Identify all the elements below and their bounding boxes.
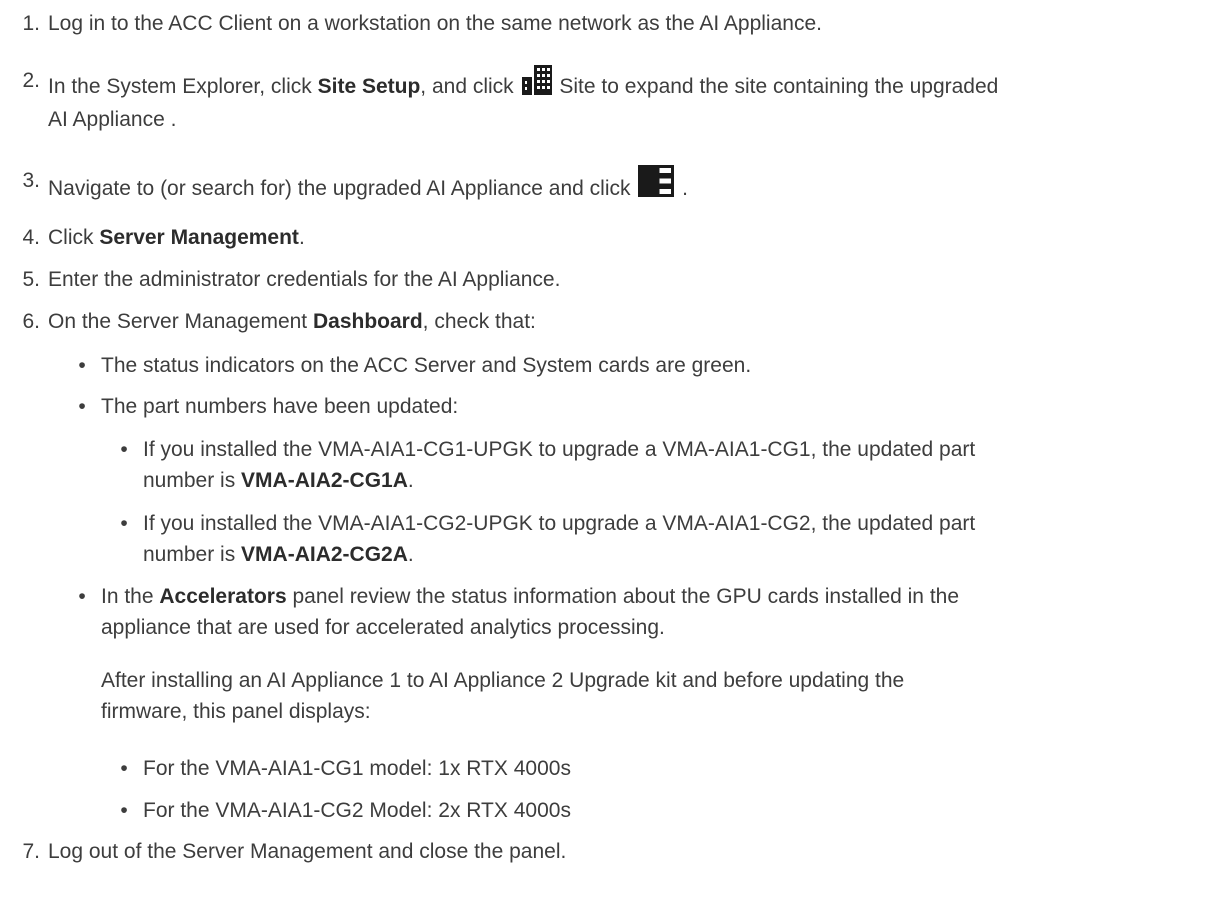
dashboard-label: Dashboard <box>312 310 423 333</box>
step-2: 2. In the System Explorer, click Site Se… <box>10 65 1223 135</box>
part-number-cg2a: VMA-AIA2-CG2A <box>241 543 408 566</box>
site-setup-label: Site Setup <box>317 75 421 98</box>
step-number: 7. <box>22 840 40 863</box>
list-item: • If you installed the VMA-AIA1-CG1-UPGK… <box>117 434 1223 496</box>
step-text: On the Server Management Dashboard, chec… <box>48 310 536 333</box>
server-icon <box>638 165 675 206</box>
step-number: 1. <box>22 12 40 35</box>
step-text: Log out of the Server Management and clo… <box>48 840 567 863</box>
step-text: Navigate to (or search for) the upgraded… <box>48 165 1223 206</box>
bullet-dot: • <box>120 438 128 461</box>
list-item: • For the VMA-AIA1-CG2 Model: 2x RTX 400… <box>117 795 1223 826</box>
step-number: 6. <box>22 310 40 333</box>
step-number: 2. <box>22 69 40 92</box>
bullet-dot: • <box>120 757 128 780</box>
step-7: 7. Log out of the Server Management and … <box>10 836 1223 867</box>
list-item: • In the Accelerators panel review the s… <box>75 581 1223 643</box>
building-icon <box>521 65 552 104</box>
list-item: • The status indicators on the ACC Serve… <box>75 350 1223 381</box>
list-item: • If you installed the VMA-AIA1-CG2-UPGK… <box>117 508 1223 570</box>
step-text: Click Server Management. <box>48 226 305 249</box>
step-number: 5. <box>22 268 40 291</box>
step-5: 5. Enter the administrator credentials f… <box>10 264 1223 295</box>
step-4: 4. Click Server Management. <box>10 222 1223 253</box>
list-item: • The part numbers have been updated: <box>75 391 1223 422</box>
bullet-dot: • <box>120 512 128 535</box>
bullet-dot: • <box>120 799 128 822</box>
accelerators-label: Accelerators <box>159 585 287 608</box>
step-1: 1. Log in to the ACC Client on a worksta… <box>10 8 1223 39</box>
step-3: 3. Navigate to (or search for) the upgra… <box>10 165 1223 206</box>
step-text: Enter the administrator credentials for … <box>48 268 561 291</box>
bullet-dot: • <box>78 354 86 377</box>
list-item: • For the VMA-AIA1-CG1 model: 1x RTX 400… <box>117 753 1223 784</box>
step-text: Log in to the ACC Client on a workstatio… <box>48 12 822 35</box>
procedure-document: 1. Log in to the ACC Client on a worksta… <box>0 0 1231 903</box>
part-number-cg1a: VMA-AIA2-CG1A <box>241 469 408 492</box>
step-number: 3. <box>22 169 40 192</box>
bullet-dot: • <box>78 585 86 608</box>
server-management-label: Server Management <box>99 226 299 249</box>
paragraph: After installing an AI Appliance 1 to AI… <box>101 669 905 723</box>
step-text: In the System Explorer, click Site Setup… <box>48 65 1223 135</box>
step-6: 6. On the Server Management Dashboard, c… <box>10 306 1223 337</box>
bullet-dot: • <box>78 395 86 418</box>
step-number: 4. <box>22 226 40 249</box>
